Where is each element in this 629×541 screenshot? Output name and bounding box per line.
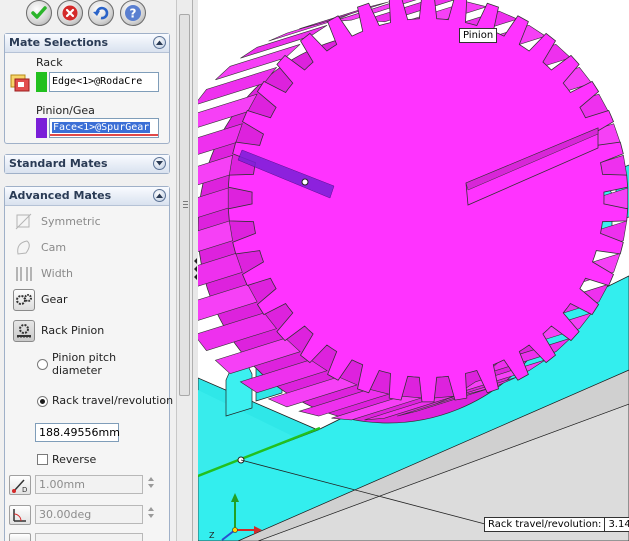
graphics-viewport[interactable]: Pinion Rack travel/revolution: 3.14 Z <box>198 0 629 541</box>
distance-icon: D <box>9 475 31 495</box>
angle-spinner <box>145 505 157 524</box>
help-icon: ? <box>125 5 141 21</box>
pinion-pitch-diameter-radio[interactable] <box>37 359 48 370</box>
mate-selections-icon <box>9 72 31 94</box>
angle-field: 30.00deg <box>35 505 143 524</box>
pinion-selection-field[interactable]: Face<1>@SpurGear <box>49 118 159 138</box>
rack-label: Rack <box>36 56 63 69</box>
limit-icon <box>9 533 31 541</box>
scrollbar-thumb[interactable] <box>179 14 190 396</box>
pinion-pick-point <box>301 178 309 186</box>
reverse-checkbox[interactable] <box>37 454 48 465</box>
distance-spinner <box>145 475 157 494</box>
cancel-button[interactable] <box>57 0 83 26</box>
help-button[interactable]: ? <box>120 0 146 26</box>
cam-icon <box>13 237 35 259</box>
pinion-color-swatch <box>36 118 47 138</box>
symmetric-label: Symmetric <box>41 215 101 228</box>
mate-selections-title: Mate Selections <box>9 36 109 49</box>
symmetric-icon <box>13 211 35 233</box>
triad-z-label: Z <box>209 531 215 540</box>
rack-travel-callout-label: Rack travel/revolution: <box>488 519 602 530</box>
gear-icon <box>13 289 35 311</box>
advanced-mates-header[interactable]: Advanced Mates <box>5 187 169 206</box>
pinion-selection-value: Face<1>@SpurGear <box>52 122 151 133</box>
mate-selections-group: Mate Selections Rack Edge<1>@RodaCre Pin… <box>4 33 170 144</box>
limit-field <box>35 533 143 541</box>
advanced-mates-group: Advanced Mates Symmetric Cam Width Gear … <box>4 186 174 541</box>
standard-mates-header[interactable]: Standard Mates <box>5 155 169 173</box>
mate-selections-header[interactable]: Mate Selections <box>5 34 169 53</box>
rack-color-swatch <box>36 72 47 92</box>
collapse-icon[interactable] <box>153 189 166 202</box>
collapse-icon[interactable] <box>153 36 166 49</box>
confirmation-toolbar: ? <box>0 0 176 30</box>
width-icon <box>13 263 35 285</box>
gear-rack-model[interactable] <box>198 0 629 541</box>
x-icon <box>62 5 78 21</box>
pinion-label: Pinion/Gea <box>36 104 95 117</box>
rack-pinion-label: Rack Pinion <box>41 324 105 337</box>
advanced-mates-title: Advanced Mates <box>9 189 112 202</box>
rack-travel-callout-value[interactable]: 3.14 <box>604 518 629 531</box>
rack-pinion-icon <box>13 320 35 342</box>
rack-travel-radio[interactable] <box>37 396 48 407</box>
reverse-label: Reverse <box>52 453 97 466</box>
rack-travel-input[interactable]: 188.49556mm <box>35 423 120 442</box>
distance-field: 1.00mm <box>35 475 143 494</box>
cam-label: Cam <box>41 241 67 254</box>
panel-scrollbar[interactable] <box>176 0 193 541</box>
standard-mates-group: Standard Mates <box>4 154 170 174</box>
pinion-pitch-line2: diameter <box>52 364 102 377</box>
ok-button[interactable] <box>26 0 52 26</box>
rack-travel-label: Rack travel/revolution <box>52 394 174 407</box>
undo-icon <box>93 6 109 20</box>
gear-label: Gear <box>41 293 68 306</box>
pinion-tag[interactable]: Pinion <box>459 28 498 43</box>
checkmark-icon <box>31 6 47 19</box>
pinion-pitch-line1: Pinion pitch <box>52 351 117 364</box>
rack-travel-callout[interactable]: Rack travel/revolution: 3.14 <box>484 517 629 532</box>
svg-text:D: D <box>22 486 27 494</box>
undo-button[interactable] <box>88 0 114 26</box>
property-manager-panel: ? Mate Selections Rack Edge<1>@RodaCre P… <box>0 0 176 541</box>
standard-mates-title: Standard Mates <box>9 157 108 170</box>
width-label: Width <box>41 267 73 280</box>
pinion-pitch-label: Pinion pitch diameter <box>52 351 116 377</box>
expand-icon[interactable] <box>153 157 166 170</box>
svg-text:?: ? <box>130 7 137 21</box>
angle-icon <box>9 505 31 525</box>
rack-selection-field[interactable]: Edge<1>@RodaCre <box>49 72 159 92</box>
